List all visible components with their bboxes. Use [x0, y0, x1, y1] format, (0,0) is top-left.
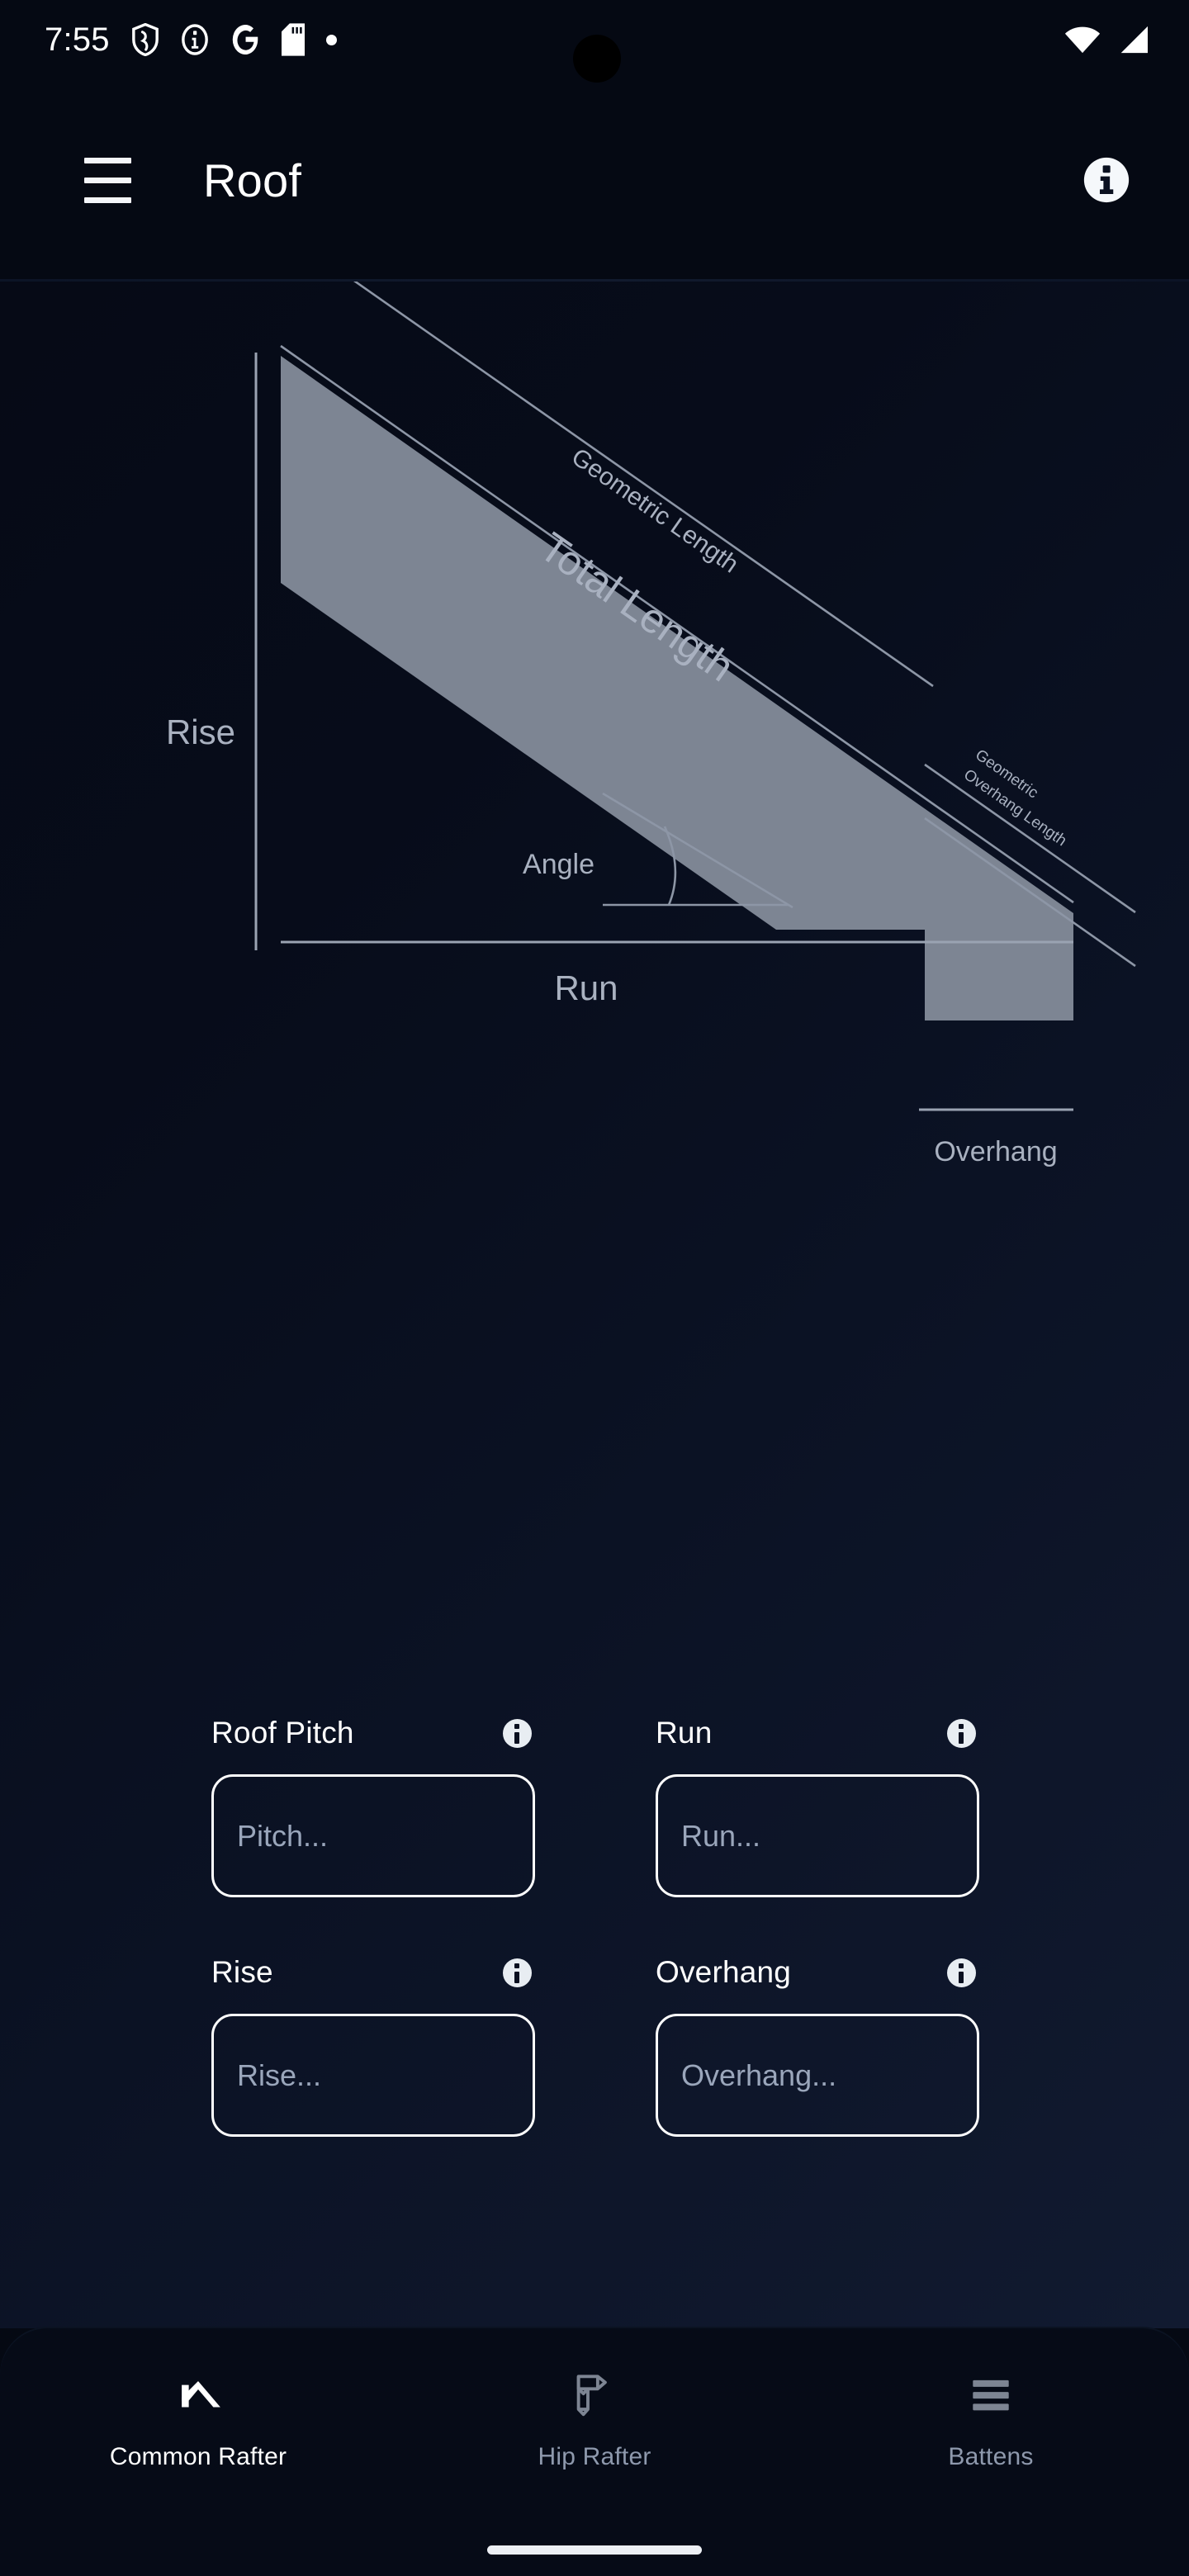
nav-label-battens: Battens: [948, 2443, 1034, 2470]
field-roof-pitch-header: Roof Pitch: [211, 1710, 535, 1756]
roof-chevron-icon: [182, 2380, 220, 2408]
field-overhang-info-button[interactable]: [943, 1954, 979, 1991]
field-run-label: Run: [656, 1716, 713, 1750]
run-label: Run: [554, 968, 618, 1007]
common-rafter-diagram: .dimline{ stroke:#9aa3b2; stroke-width:3…: [0, 282, 1189, 1586]
field-rise-label: Rise: [211, 1955, 273, 1989]
rise-input[interactable]: [211, 2014, 535, 2137]
nav-label-hip-rafter: Hip Rafter: [538, 2443, 651, 2470]
info-circle-filled-icon: [946, 1958, 976, 1987]
appbar-divider: [0, 279, 1189, 282]
field-overhang-header: Overhang: [656, 1949, 979, 1996]
status-bar-left: 7:55: [45, 21, 337, 59]
shield-icon: [131, 23, 159, 56]
info-circle-filled-icon: [1083, 157, 1130, 203]
content-area: .dimline{ stroke:#9aa3b2; stroke-width:3…: [0, 282, 1189, 2328]
overhang-label: Overhang: [934, 1136, 1057, 1167]
field-run: Run: [656, 1710, 979, 1897]
field-rise-info-button[interactable]: [499, 1954, 535, 1991]
nav-label-common-rafter: Common Rafter: [109, 2443, 287, 2470]
dot-icon: [325, 34, 337, 45]
field-rise: Rise: [211, 1949, 535, 2137]
home-indicator[interactable]: [487, 2545, 702, 2555]
menu-line-3: [83, 197, 131, 203]
info-circle-icon: [181, 24, 208, 55]
status-bar-right: [1063, 26, 1151, 54]
field-run-header: Run: [656, 1710, 979, 1756]
field-run-info-button[interactable]: [943, 1715, 979, 1751]
nav-item-common-rafter[interactable]: Common Rafter: [0, 2370, 396, 2471]
input-fields-grid: Roof Pitch Run Rise: [0, 1710, 1189, 2137]
sd-card-icon: [281, 23, 305, 56]
field-roof-pitch-info-button[interactable]: [499, 1715, 535, 1751]
bottom-navigation-bar: Common Rafter Hip Rafter Battens: [0, 2328, 1189, 2576]
info-circle-filled-icon: [502, 1718, 532, 1748]
app-root: 7:55 Roof Geometric Length Total Length …: [0, 0, 1189, 2576]
field-roof-pitch-label: Roof Pitch: [211, 1716, 354, 1750]
hamburger-menu-icon[interactable]: [54, 127, 160, 233]
overhang-input[interactable]: [656, 2014, 979, 2137]
field-rise-header: Rise: [211, 1949, 535, 1996]
page-title: Roof: [203, 154, 302, 206]
menu-line-2: [83, 177, 131, 183]
info-circle-filled-icon: [946, 1718, 976, 1748]
nav-item-hip-rafter[interactable]: Hip Rafter: [396, 2370, 793, 2471]
hip-rafter-icon: [576, 2375, 607, 2417]
google-g-icon: [232, 25, 258, 55]
battens-lines-icon: [973, 2379, 1009, 2411]
appbar-info-button[interactable]: [1067, 140, 1146, 220]
cellular-signal-icon: [1120, 26, 1148, 54]
rafter-diagram-svg: .dimline{ stroke:#9aa3b2; stroke-width:3…: [166, 282, 1136, 1167]
roof-pitch-input[interactable]: [211, 1774, 535, 1897]
rise-label: Rise: [166, 713, 235, 751]
camera-cutout: [573, 35, 621, 83]
rafter-body: [281, 356, 1073, 1020]
wifi-icon: [1064, 26, 1101, 54]
status-bar-clock: 7:55: [45, 21, 110, 58]
field-overhang: Overhang: [656, 1949, 979, 2137]
app-bar: Roof: [0, 79, 1189, 281]
angle-label: Angle: [523, 849, 594, 880]
info-circle-filled-icon: [502, 1958, 532, 1987]
nav-item-battens[interactable]: Battens: [793, 2370, 1189, 2471]
field-overhang-label: Overhang: [656, 1955, 792, 1989]
field-roof-pitch: Roof Pitch: [211, 1710, 535, 1897]
menu-line-1: [83, 157, 131, 163]
run-input[interactable]: [656, 1774, 979, 1897]
